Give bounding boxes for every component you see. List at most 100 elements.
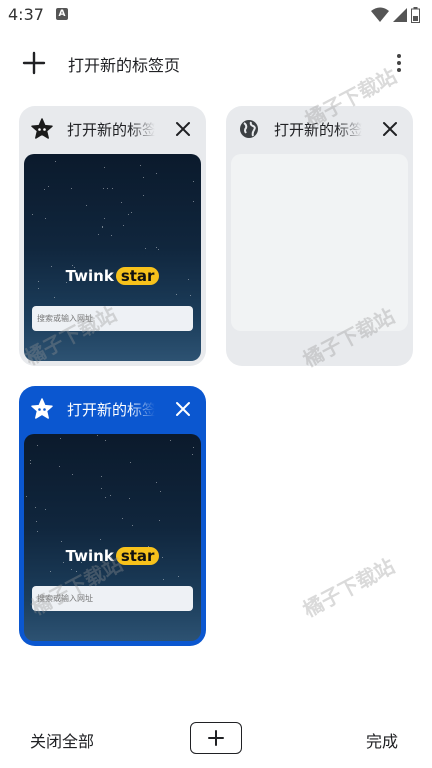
star-dot xyxy=(54,296,56,298)
star-dot xyxy=(158,248,160,250)
overflow-menu-button[interactable] xyxy=(388,48,410,78)
home-indicator xyxy=(0,764,432,768)
more-vert-icon-dot xyxy=(397,61,401,65)
star-dot xyxy=(129,462,131,464)
tab-switcher-toolbar: 打开新的标签页 xyxy=(0,42,432,84)
star-dot xyxy=(120,201,122,203)
done-button[interactable]: 完成 xyxy=(366,728,398,752)
star-dot xyxy=(70,188,72,190)
star-dot xyxy=(103,167,105,169)
star-dot xyxy=(96,435,98,437)
star-dot xyxy=(98,233,100,235)
star-dot xyxy=(55,161,57,163)
plus-icon xyxy=(22,51,46,75)
star-dot xyxy=(58,465,60,467)
tab-preview: Twink star 搜索或输入网址 xyxy=(24,434,201,641)
signal-icon xyxy=(393,8,407,22)
star-dot xyxy=(37,530,39,532)
preview-search-box: 搜索或输入网址 xyxy=(32,306,193,331)
tab-preview xyxy=(231,154,408,331)
twinkstar-star-icon xyxy=(31,118,53,139)
close-icon[interactable] xyxy=(381,120,399,138)
star-dot xyxy=(155,481,157,483)
star-dot xyxy=(35,506,37,508)
star-dot xyxy=(44,189,46,191)
star-dot xyxy=(160,490,162,492)
new-tab-button[interactable] xyxy=(20,49,48,77)
star-dot xyxy=(162,578,164,580)
star-dot xyxy=(109,495,111,497)
status-bar: 4:37 A xyxy=(0,0,432,30)
preview-search-box: 搜索或输入网址 xyxy=(32,586,193,611)
battery-icon xyxy=(411,7,420,23)
star-dot xyxy=(130,212,132,214)
star-dot xyxy=(36,521,38,523)
tab-header: 打开新的标签页 xyxy=(19,386,206,432)
close-icon[interactable] xyxy=(174,120,192,138)
star-dot xyxy=(193,181,195,183)
star-dot xyxy=(190,294,192,296)
star-dot xyxy=(101,225,103,227)
star-dot xyxy=(105,497,107,499)
star-dot xyxy=(123,224,125,226)
globe-icon xyxy=(240,120,258,138)
star-dot xyxy=(140,165,142,167)
more-vert-icon-dot xyxy=(397,68,401,72)
star-dot xyxy=(38,288,40,290)
star-dot xyxy=(156,246,158,248)
star-dot xyxy=(131,524,133,526)
brand-star: star xyxy=(115,547,160,565)
watermark: 橘子下载站 xyxy=(298,553,399,622)
close-all-button[interactable]: 关闭全部 xyxy=(30,728,94,752)
add-tab-button[interactable] xyxy=(190,722,242,754)
brand-twink: Twink xyxy=(65,267,114,285)
tab-header: 打开新的标签页 xyxy=(19,106,206,152)
star-dot xyxy=(142,176,144,178)
brand-twink: Twink xyxy=(65,547,114,565)
star-dot xyxy=(103,217,105,219)
star-dot xyxy=(169,440,171,442)
star-dot xyxy=(29,459,31,461)
tab-title: 打开新的标签页 xyxy=(67,401,155,419)
star-dot xyxy=(122,517,124,519)
tab-card[interactable]: 打开新的标签页 xyxy=(226,106,413,366)
plus-icon xyxy=(208,730,224,746)
star-dot xyxy=(100,539,102,541)
star-dot xyxy=(112,188,114,190)
close-icon[interactable] xyxy=(174,400,192,418)
tab-card-selected[interactable]: 打开新的标签页 Twinkstar 搜索或输入网址 xyxy=(19,386,206,646)
star-dot xyxy=(159,519,161,521)
star-dot xyxy=(60,437,62,439)
star-dot xyxy=(45,218,47,220)
twinkstar-logo: Twink star xyxy=(24,547,201,565)
star-dot xyxy=(86,204,88,206)
star-dot xyxy=(25,495,27,497)
star-dot xyxy=(193,446,195,448)
star-dot xyxy=(72,473,74,475)
star-dot xyxy=(44,508,46,510)
star-dot xyxy=(178,576,180,578)
star-dot xyxy=(104,439,106,441)
star-dot xyxy=(193,201,195,203)
star-dot xyxy=(192,454,194,456)
star-dot xyxy=(70,569,72,570)
notification-badge-icon: A xyxy=(56,8,68,20)
star-dot xyxy=(144,247,146,249)
star-dot xyxy=(102,227,104,229)
star-dot xyxy=(29,463,31,465)
bottom-bar: 关闭全部 完成 xyxy=(0,714,432,764)
star-dot xyxy=(48,186,50,188)
wifi-icon xyxy=(371,7,389,22)
tab-title: 打开新的标签页 xyxy=(67,121,155,139)
tab-preview: Twink star 搜索或输入网址 xyxy=(24,154,201,361)
star-dot xyxy=(101,487,103,489)
star-dot xyxy=(100,476,102,478)
star-dot xyxy=(49,571,51,573)
brand-star: star xyxy=(115,267,160,285)
tab-header: 打开新的标签页 xyxy=(226,106,413,152)
new-tab-label[interactable]: 打开新的标签页 xyxy=(68,52,180,76)
star-dot xyxy=(129,498,131,500)
star-dot xyxy=(75,570,77,572)
star-dot xyxy=(155,173,157,175)
tab-card[interactable]: 打开新的标签页 Twinkstar 搜索或输入网址 xyxy=(19,106,206,366)
